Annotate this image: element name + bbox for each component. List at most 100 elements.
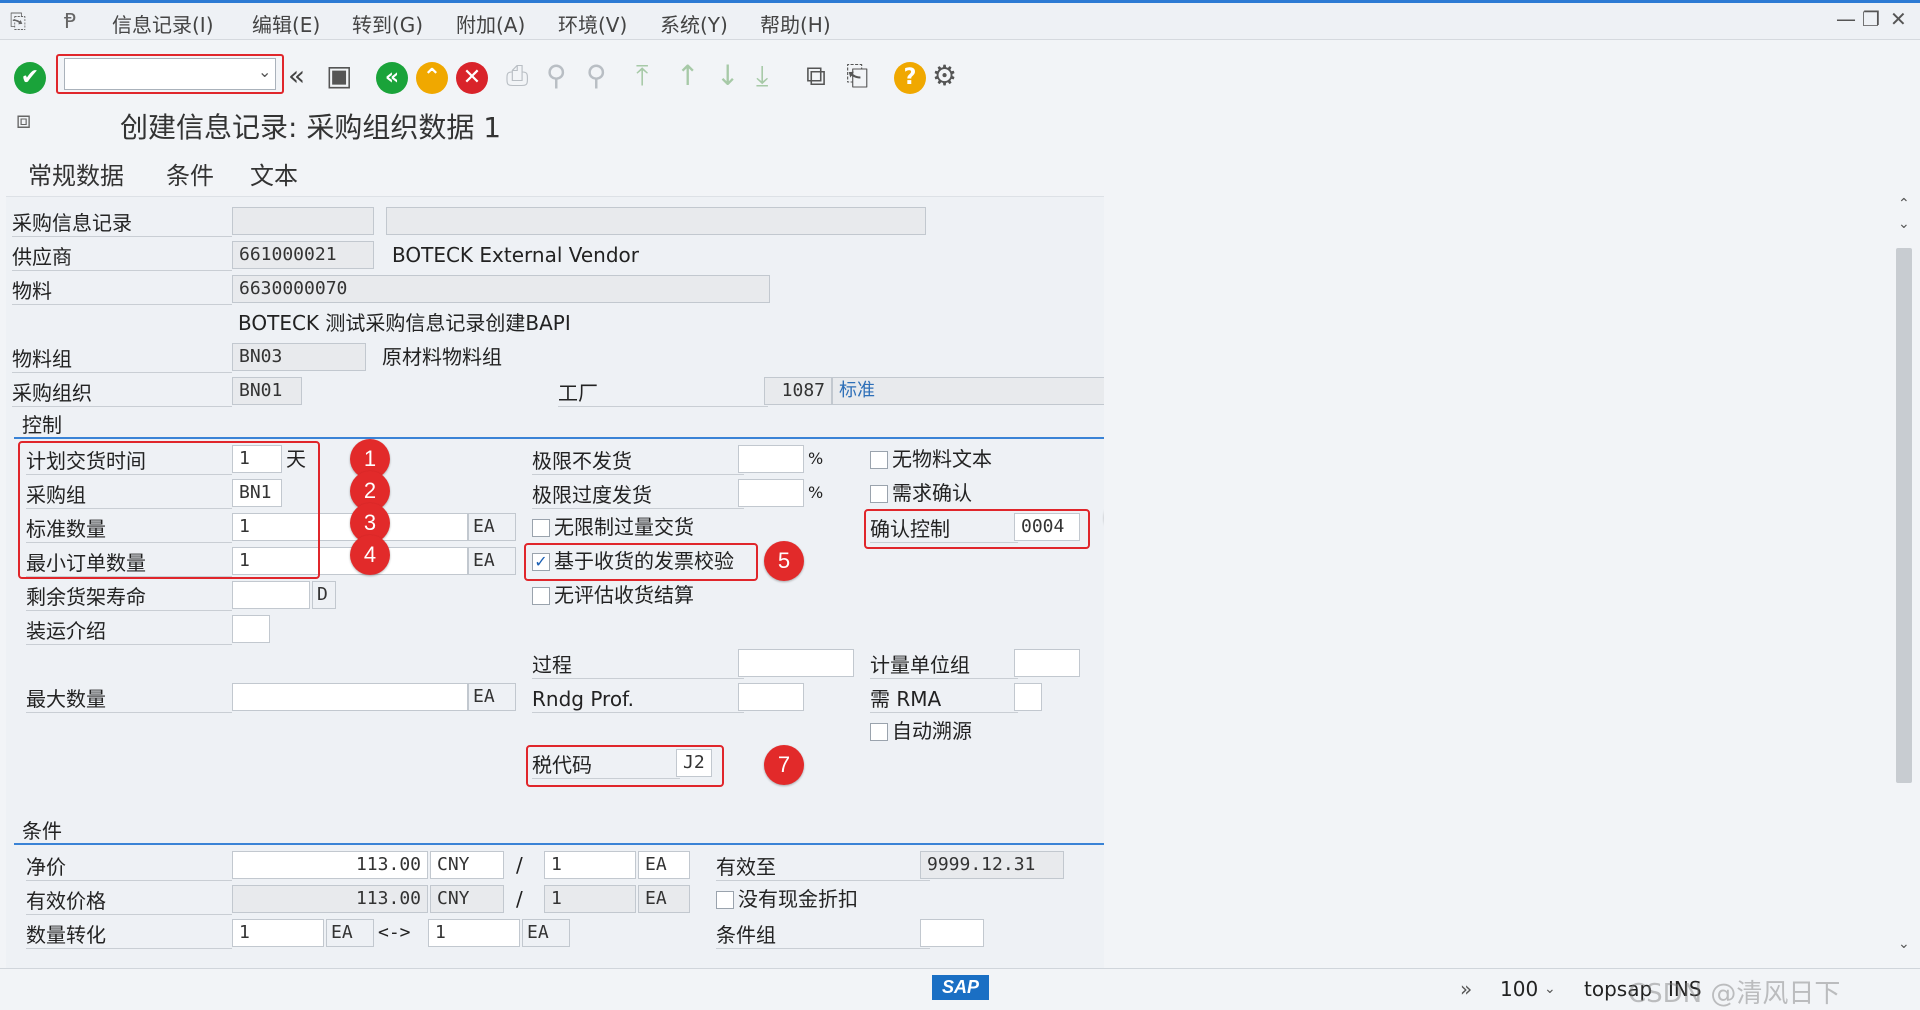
no-eval-gr-checkbox[interactable] [532, 587, 550, 605]
next-page-icon[interactable]: ↓ [716, 60, 739, 92]
no-cash-discount-label: 没有现金折扣 [738, 887, 858, 911]
first-page-icon[interactable]: ⤒ [636, 60, 648, 92]
menu-system[interactable]: 系统(Y) [660, 9, 728, 38]
back-icon[interactable]: « [376, 62, 408, 94]
watermark: CSDN @清风日下 [1628, 979, 1841, 1009]
qty-conv-right-field[interactable]: 1 [428, 919, 520, 947]
menu-edit[interactable]: 编辑(E) [252, 9, 320, 38]
close-icon[interactable]: ✕ [1890, 7, 1907, 31]
help-icon[interactable]: ? [894, 62, 926, 94]
annotation-box-1-4 [18, 441, 320, 579]
command-field[interactable] [64, 58, 276, 90]
scroll-up-icon[interactable]: ⌃ [1898, 196, 1910, 212]
net-price-uom[interactable]: EA [638, 851, 690, 879]
min-order-unit: EA [468, 547, 516, 575]
maximize-icon[interactable]: ❐ [1862, 7, 1880, 31]
menu-info-record[interactable]: 信息记录(I) [112, 9, 214, 38]
new-session-icon[interactable]: ⧉ [806, 60, 826, 92]
status-expand-icon[interactable]: » [1460, 977, 1472, 1001]
material-description: BOTECK 测试采购信息记录创建BAPI [238, 311, 571, 335]
zoom-value[interactable]: 100 [1500, 977, 1538, 1001]
last-page-icon[interactable]: ⤓ [756, 60, 768, 92]
scroll-page-down-icon[interactable]: ⌄ [1898, 936, 1910, 952]
no-material-text-checkbox[interactable] [870, 451, 888, 469]
shelf-life-field[interactable] [232, 581, 310, 609]
vendor-field: 661000021 [232, 241, 374, 269]
cond-group-field[interactable] [920, 919, 984, 947]
layout-icon[interactable]: Ᵽ [64, 9, 76, 33]
underdelivery-field[interactable] [738, 445, 804, 473]
screen-options-icon[interactable]: ⧈ [16, 104, 31, 136]
eff-price-currency: CNY [430, 885, 504, 913]
menu-goto[interactable]: 转到(G) [352, 9, 423, 38]
save-icon[interactable]: ▣ [326, 60, 352, 92]
annotation-box-5 [524, 543, 758, 581]
scrollbar-thumb[interactable] [1896, 248, 1912, 783]
cond-group-label: 条件组 [716, 921, 930, 949]
procedure-label: 过程 [532, 651, 744, 679]
scroll-down-icon[interactable]: ⌄ [1898, 216, 1910, 232]
settings-icon[interactable]: ⚙ [932, 60, 957, 92]
overdelivery-field[interactable] [738, 479, 804, 507]
previous-page-icon[interactable]: ↑ [676, 60, 699, 92]
shortcut-icon[interactable]: ⎗ [846, 60, 868, 92]
print-icon[interactable]: ⎙ [506, 60, 528, 92]
net-price-currency[interactable]: CNY [430, 851, 504, 879]
tab-conditions[interactable]: 条件 [166, 156, 214, 191]
zoom-dropdown-icon[interactable]: ⌄ [1544, 981, 1556, 997]
unlimited-label: 无限制过量交货 [554, 515, 694, 539]
no-material-text-label: 无物料文本 [892, 447, 992, 471]
no-cash-discount-checkbox[interactable] [716, 891, 734, 909]
enter-icon[interactable]: ✔ [14, 62, 46, 94]
info-record-field [232, 207, 374, 235]
qty-conv-arrow: <-> [378, 922, 411, 943]
plant-desc: 标准 [832, 377, 1104, 405]
chevron-down-icon[interactable]: ⌄ [258, 62, 271, 81]
vendor-label: 供应商 [12, 243, 232, 271]
tab-texts[interactable]: 文本 [250, 156, 298, 191]
control-section-title: 控制 [14, 411, 1104, 439]
net-price-label: 净价 [26, 853, 232, 881]
cancel-icon[interactable]: ✕ [456, 62, 488, 94]
rma-field[interactable] [1014, 683, 1042, 711]
auto-sourcing-checkbox[interactable] [870, 723, 888, 741]
annotation-badge-7: 7 [764, 745, 804, 785]
max-qty-label: 最大数量 [26, 685, 232, 713]
menu-help[interactable]: 帮助(H) [760, 9, 831, 38]
net-price-slash: / [516, 853, 523, 877]
find-next-icon[interactable]: ⚲ [586, 60, 607, 92]
annotation-box-6 [864, 509, 1090, 549]
exit-icon[interactable]: ⌃ [416, 62, 448, 94]
info-record-label: 采购信息记录 [12, 209, 232, 237]
uom-group-label: 计量单位组 [870, 651, 1018, 679]
menu-environment[interactable]: 环境(V) [558, 9, 627, 38]
find-icon[interactable]: ⚲ [546, 60, 567, 92]
valid-to-field: 9999.12.31 [920, 851, 1064, 879]
plant-label: 工厂 [558, 379, 768, 407]
vendor-name: BOTECK External Vendor [392, 243, 640, 267]
shipping-instr-field[interactable] [232, 615, 270, 643]
max-qty-field[interactable] [232, 683, 468, 711]
overdelivery-unit: % [808, 483, 824, 502]
menu-bar: ⎘ Ᵽ 信息记录(I) 编辑(E) 转到(G) 附加(A) 环境(V) 系统(Y… [0, 0, 1920, 40]
sap-logo: SAP [932, 975, 990, 1000]
annotation-box-7 [526, 745, 724, 787]
qty-conv-left-uom: EA [326, 919, 374, 947]
uom-group-field[interactable] [1014, 649, 1080, 677]
shipping-instr-label: 装运介绍 [26, 617, 232, 645]
back-history-icon[interactable]: « [288, 60, 305, 92]
procedure-field[interactable] [738, 649, 854, 677]
minimize-icon[interactable]: — [1836, 7, 1856, 31]
rndg-prof-field[interactable] [738, 683, 804, 711]
qty-conv-left-field[interactable]: 1 [232, 919, 324, 947]
unlimited-checkbox[interactable] [532, 519, 550, 537]
ack-required-checkbox[interactable] [870, 485, 888, 503]
net-price-field[interactable]: 113.00 [232, 851, 428, 879]
menu-extras[interactable]: 附加(A) [456, 9, 525, 38]
main-content: 采购信息记录 供应商 661000021 BOTECK External Ven… [6, 196, 1104, 969]
net-price-per[interactable]: 1 [544, 851, 636, 879]
shelf-life-unit: D [312, 581, 336, 609]
qty-conv-right-uom: EA [522, 919, 570, 947]
menu-icon[interactable]: ⎘ [10, 9, 26, 33]
tab-general-data[interactable]: 常规数据 [28, 156, 124, 191]
